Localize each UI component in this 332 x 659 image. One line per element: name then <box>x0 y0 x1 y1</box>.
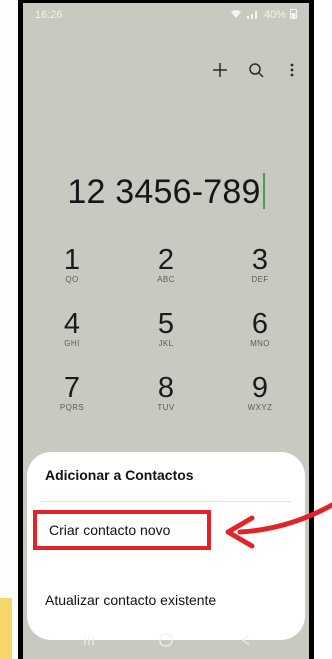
key-digit: 2 <box>157 244 175 276</box>
keypad-row: 1 QO 2 ABC 3 DEF <box>23 245 309 303</box>
dialed-number-display: 12 3456-789 <box>23 173 309 212</box>
key-digit: 4 <box>63 308 81 340</box>
more-vert-icon[interactable] <box>283 61 301 79</box>
add-to-contacts-sheet: Adicionar a Contactos Criar contacto nov… <box>27 452 305 640</box>
key-digit: 7 <box>63 372 81 404</box>
update-existing-contact-option[interactable]: Atualizar contacto existente <box>45 592 216 608</box>
text-cursor <box>262 173 265 209</box>
dialer-toolbar <box>211 61 301 79</box>
key-digit: 5 <box>157 308 175 340</box>
key-letters: PQRS <box>59 403 85 412</box>
create-new-contact-label: Criar contacto novo <box>49 522 171 538</box>
keypad-row: 7 PQRS 8 TUV 9 WXYZ <box>23 373 309 431</box>
key-digit: 3 <box>251 244 269 276</box>
create-new-contact-option[interactable]: Criar contacto novo <box>33 510 211 550</box>
key-3[interactable]: 3 DEF <box>230 245 290 303</box>
key-8[interactable]: 8 TUV <box>136 373 196 431</box>
dialed-number: 12 3456-789 <box>67 173 261 211</box>
phone-screen: 16:26 40% 12 3456-789 1 QO 2 ABC 3 DEF 4… <box>23 3 309 659</box>
key-5[interactable]: 5 JKL <box>136 309 196 367</box>
battery-percent: 40% <box>263 9 286 21</box>
voicemail-icon: QO <box>65 275 79 284</box>
keypad-row: 4 GHI 5 JKL 6 MNO <box>23 309 309 367</box>
key-letters: ABC <box>157 275 175 284</box>
signal-icon <box>246 9 260 22</box>
sheet-title: Adicionar a Contactos <box>45 467 194 483</box>
key-2[interactable]: 2 ABC <box>136 245 196 303</box>
key-digit: 8 <box>157 372 175 404</box>
divider <box>41 501 291 502</box>
key-6[interactable]: 6 MNO <box>230 309 290 367</box>
key-digit: 9 <box>251 372 269 404</box>
key-letters: TUV <box>157 403 175 412</box>
key-1[interactable]: 1 QO <box>42 245 102 303</box>
key-7[interactable]: 7 PQRS <box>42 373 102 431</box>
status-bar: 16:26 40% <box>23 3 309 25</box>
system-nav-bar <box>23 625 309 659</box>
key-letters: WXYZ <box>247 403 273 412</box>
search-icon[interactable] <box>247 61 265 79</box>
key-digit: 1 <box>63 244 81 276</box>
left-accent-bar <box>0 598 12 659</box>
home-icon[interactable] <box>159 633 173 652</box>
key-digit: 6 <box>251 308 269 340</box>
key-letters: GHI <box>64 339 80 348</box>
back-icon[interactable] <box>241 633 251 651</box>
recents-icon[interactable] <box>83 633 95 651</box>
status-time: 16:26 <box>35 9 63 21</box>
phone-frame: 16:26 40% 12 3456-789 1 QO 2 ABC 3 DEF 4… <box>18 0 314 659</box>
battery-icon <box>290 8 297 22</box>
key-letters: JKL <box>158 339 174 348</box>
key-4[interactable]: 4 GHI <box>42 309 102 367</box>
status-icons: 40% <box>230 8 297 22</box>
plus-icon[interactable] <box>211 61 229 79</box>
key-letters: DEF <box>251 275 269 284</box>
key-letters: MNO <box>250 339 270 348</box>
key-9[interactable]: 9 WXYZ <box>230 373 290 431</box>
wifi-icon <box>230 9 242 22</box>
